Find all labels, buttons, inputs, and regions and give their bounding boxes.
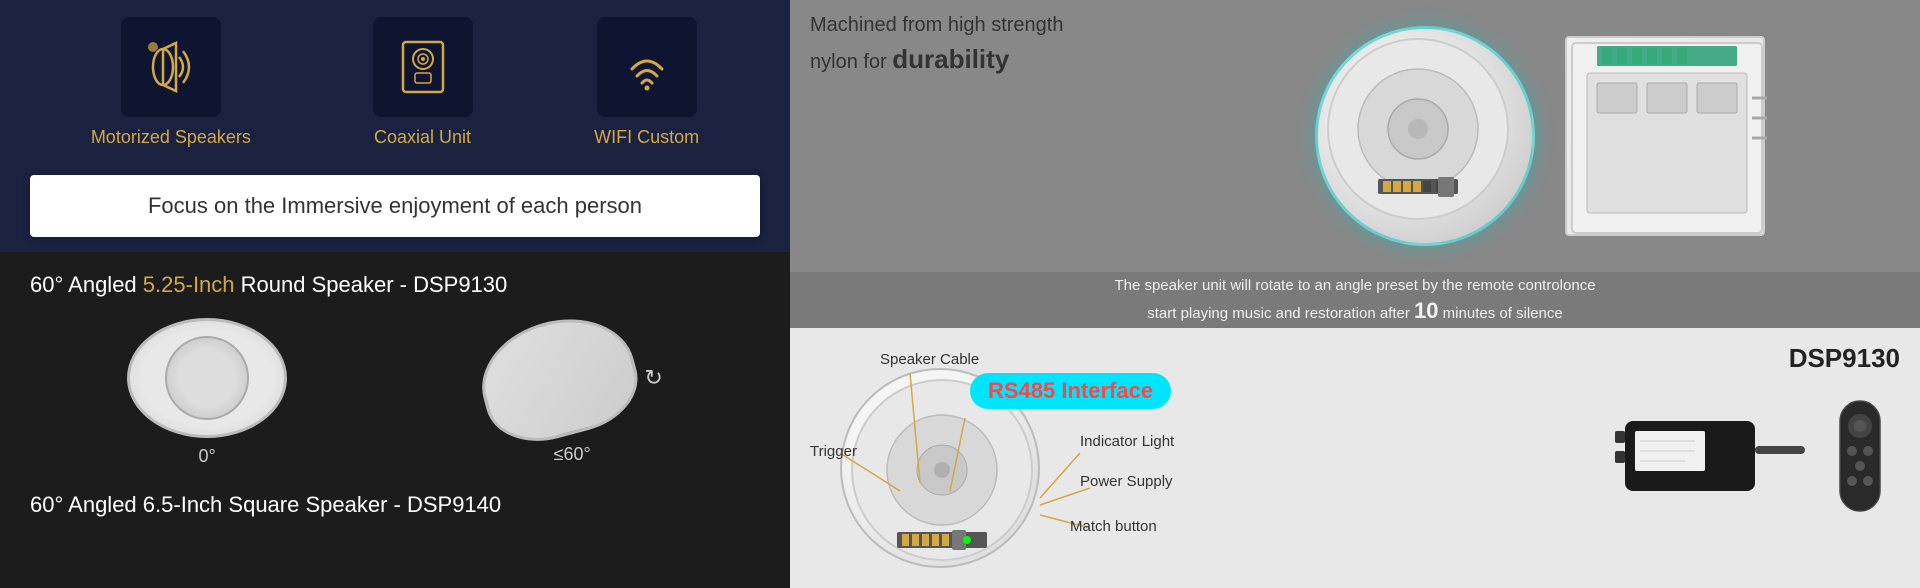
diagram-left: Trigger Speaker Cable RS485 Interface In…: [810, 343, 1230, 573]
speakers-row: 0° ↻ ≤60°: [30, 318, 760, 467]
diagram-speaker-svg: [842, 370, 1042, 570]
wifi-custom-item: WIFI Custom: [594, 17, 699, 148]
angle-60-label: ≤60°: [554, 444, 591, 465]
right-panel: Machined from high strength nylon for du…: [790, 0, 1920, 588]
product-image-box: [1565, 36, 1765, 236]
durability-text-block: Machined from high strength nylon for du…: [810, 10, 1170, 79]
motorized-speakers-icon: [141, 37, 201, 97]
right-bottom-section: DSP9130: [790, 328, 1920, 588]
diagram-speaker-circle: [840, 368, 1040, 568]
speaker-angled-visual: [469, 302, 648, 453]
bottom-dark-section: 60° Angled 5.25-Inch Round Speaker - DSP…: [0, 252, 790, 588]
match-button-label: Match button: [1070, 518, 1240, 535]
remote-control-visual: [1830, 396, 1890, 521]
remote-svg: [1830, 396, 1890, 516]
wifi-custom-icon: [617, 37, 677, 97]
right-top-section: Machined from high strength nylon for du…: [790, 0, 1920, 272]
focus-banner-text: Focus on the Immersive enjoyment of each…: [148, 193, 642, 218]
dsp-label: DSP9130: [1789, 343, 1900, 374]
left-panel: Motorized Speakers Coaxial Unit: [0, 0, 790, 588]
speaker1-highlight: 5.25-Inch: [143, 272, 235, 297]
speaker2-highlight: 6.5-Inch: [143, 492, 223, 517]
coaxial-unit-label: Coaxial Unit: [374, 127, 471, 148]
durability-line1: Machined from high strength: [810, 14, 1063, 36]
focus-banner: Focus on the Immersive enjoyment of each…: [30, 175, 760, 237]
speaker-round-visual: [127, 318, 287, 438]
speaker-angled-item: ↻ ≤60°: [481, 321, 662, 465]
motorized-speakers-icon-box: [121, 17, 221, 117]
angle-0-label: 0°: [199, 446, 216, 467]
speaker1-suffix: Round Speaker - DSP9130: [235, 272, 508, 297]
speaker2-suffix: Square Speaker - DSP9140: [222, 492, 501, 517]
speaker-cable-label: Speaker Cable: [880, 351, 979, 368]
speaker1-prefix: 60° Angled: [30, 272, 143, 297]
speaker-front-item: 0°: [127, 318, 287, 467]
wifi-custom-icon-box: [597, 17, 697, 117]
power-adapter-svg: [1615, 396, 1815, 516]
accessories-row: [1615, 396, 1890, 521]
amplifier-svg: [1567, 38, 1767, 238]
rotate-text2-prefix: start playing music and restoration afte…: [1147, 305, 1414, 322]
durability-bold: durability: [892, 44, 1009, 74]
rotate-text2-big: 10: [1414, 298, 1438, 323]
speaker2-title: 60° Angled 6.5-Inch Square Speaker - DSP…: [30, 492, 760, 518]
rotate-text-2: start playing music and restoration afte…: [1147, 298, 1563, 324]
diagram-area: Trigger Speaker Cable RS485 Interface In…: [810, 343, 1900, 573]
power-adapter-visual: [1615, 396, 1815, 521]
coaxial-unit-item: Coaxial Unit: [373, 17, 473, 148]
indicator-light-label: Indicator Light: [1080, 433, 1230, 450]
wifi-custom-label: WIFI Custom: [594, 127, 699, 148]
durability-line2: nylon for: [810, 51, 892, 73]
rotate-text2-suffix: minutes of silence: [1439, 305, 1563, 322]
motorized-speakers-item: Motorized Speakers: [91, 17, 251, 148]
rotate-text-section: The speaker unit will rotate to an angle…: [790, 272, 1920, 328]
diagram-right: [1230, 396, 1900, 521]
motorized-speakers-label: Motorized Speakers: [91, 127, 251, 148]
icons-section: Motorized Speakers Coaxial Unit: [0, 0, 790, 175]
rotate-text-1: The speaker unit will rotate to an angle…: [1114, 277, 1595, 294]
power-supply-label: Power Supply: [1080, 473, 1230, 490]
angle-arrow-icon: ↻: [644, 365, 662, 391]
speaker-circle-svg: [1318, 29, 1518, 229]
speaker2-prefix: 60° Angled: [30, 492, 143, 517]
speaker1-title: 60° Angled 5.25-Inch Round Speaker - DSP…: [30, 272, 760, 298]
coaxial-unit-icon-box: [373, 17, 473, 117]
product-image-circle: [1315, 26, 1535, 246]
coaxial-unit-icon: [393, 37, 453, 97]
